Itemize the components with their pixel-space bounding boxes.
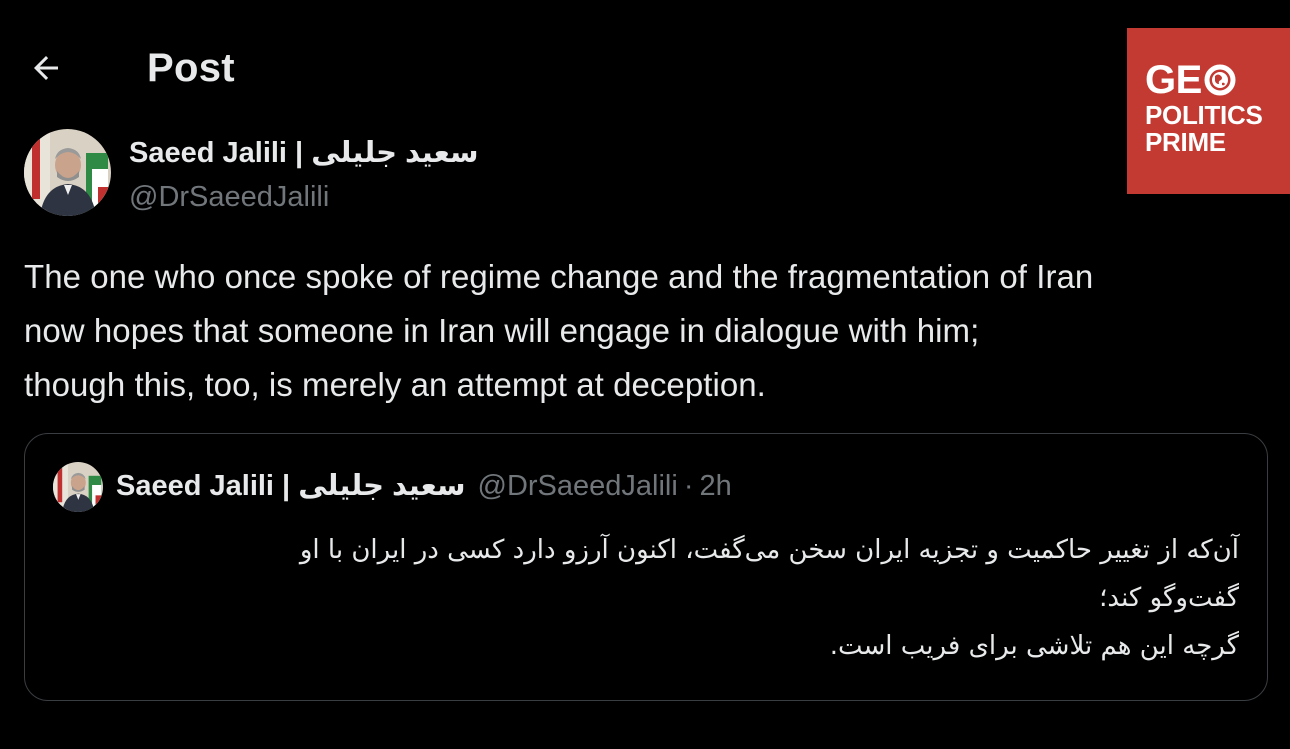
logo-text-prime: PRIME — [1145, 127, 1226, 157]
back-button[interactable] — [22, 44, 70, 92]
author-handle[interactable]: @DrSaeedJalili — [129, 178, 329, 216]
quoted-post-card[interactable]: Saeed Jalili | سعید جلیلی @DrSaeedJalili… — [24, 433, 1268, 701]
author-avatar[interactable] — [24, 129, 111, 216]
avatar-image — [53, 462, 103, 512]
page-title: Post — [147, 46, 235, 90]
quoted-author-name[interactable]: Saeed Jalili | سعید جلیلی — [116, 466, 466, 506]
logo-text-geo: GE — [1145, 58, 1202, 102]
quoted-text-line: آن‌که از تغییر حاکمیت و تجزیه ایران سخن … — [299, 535, 1239, 565]
arrow-left-icon — [34, 56, 58, 80]
quoted-text-line: گفت‌وگو کند؛ — [1099, 583, 1239, 613]
quoted-post-text: آن‌که از تغییر حاکمیت و تجزیه ایران سخن … — [89, 526, 1239, 670]
post-page: Post GE POLITICS PRIME Saeed Jalili | سع… — [0, 0, 1290, 749]
quoted-author-handle[interactable]: @DrSaeedJalili — [478, 466, 678, 506]
post-text-line: now hopes that someone in Iran will enga… — [24, 312, 980, 349]
quoted-text-line: گرچه این هم تلاشی برای فریب است. — [829, 631, 1239, 661]
post-text: The one who once spoke of regime change … — [24, 250, 1274, 412]
quoted-author-avatar[interactable] — [53, 462, 103, 512]
author-name[interactable]: Saeed Jalili | سعید جلیلی — [129, 133, 479, 173]
logo-geo-row: GE — [1145, 58, 1236, 102]
logo-text-politics: POLITICS — [1145, 100, 1263, 130]
globe-icon — [1204, 64, 1236, 96]
watermark-logo: GE POLITICS PRIME — [1127, 28, 1290, 194]
avatar-image — [24, 129, 111, 216]
quoted-post-time[interactable]: 2h — [699, 466, 731, 506]
quoted-post-header: Saeed Jalili | سعید جلیلی @DrSaeedJalili… — [116, 466, 732, 506]
post-text-line: The one who once spoke of regime change … — [24, 258, 1094, 295]
separator-dot: · — [683, 470, 694, 502]
post-text-line: though this, too, is merely an attempt a… — [24, 366, 766, 403]
